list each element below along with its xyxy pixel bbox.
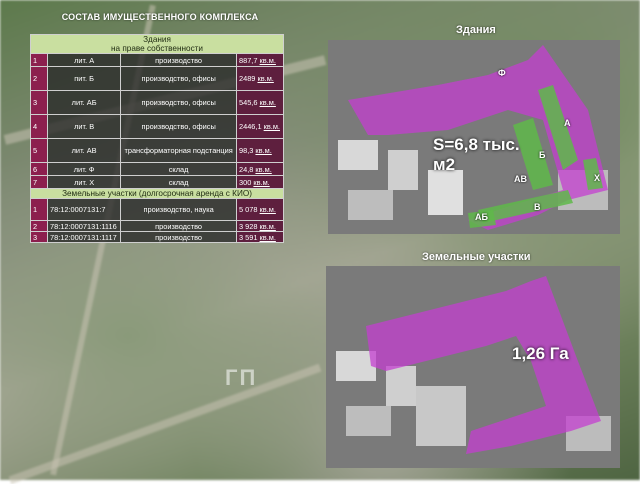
building-letter: лит. А bbox=[46, 53, 122, 67]
row-number: 2 bbox=[30, 220, 48, 232]
area-unit: кв.м. bbox=[259, 221, 276, 231]
area-value: 5 078 bbox=[238, 205, 258, 214]
map-label-v: В bbox=[534, 202, 541, 212]
area-value: 3 928 bbox=[238, 221, 258, 231]
building-row: 1 лит. Апроизводство 887,7 кв.м. bbox=[30, 53, 285, 67]
building-row: 4 лит. Впроизводство, офисы 2446,1 кв.м. bbox=[30, 114, 285, 139]
building-use: производство, офисы bbox=[120, 114, 237, 139]
row-number: 5 bbox=[30, 138, 48, 163]
row-number: 4 bbox=[30, 114, 48, 139]
row-number: 3 bbox=[30, 231, 48, 243]
area-cell: 24,8 кв.м. bbox=[235, 162, 285, 176]
buildings-header-line2: на праве собственности bbox=[111, 44, 203, 53]
building-use: трансформаторная подстанция bbox=[120, 138, 237, 163]
buildings-header-line1: Здания bbox=[143, 35, 171, 44]
area-cell: 3 928 кв.м. bbox=[235, 220, 285, 232]
area-cell: 545,6 кв.м. bbox=[235, 90, 285, 115]
area-unit: кв.м. bbox=[259, 98, 276, 107]
land-header: Земельные участки (долгосрочная аренда с… bbox=[30, 188, 284, 199]
buildings-total-area: S=6,8 тыс. м2 bbox=[433, 135, 520, 174]
map-label-f: Ф bbox=[498, 68, 506, 78]
area-value: 545,6 bbox=[238, 98, 258, 107]
land-map: 1,26 Га bbox=[326, 266, 620, 468]
land-use: производство bbox=[120, 231, 237, 243]
area-unit: кв.м. bbox=[255, 164, 272, 174]
area-cell: 3 591 кв.м. bbox=[235, 231, 285, 243]
area-value: 98,3 bbox=[238, 146, 254, 155]
area-cell: 98,3 кв.м. bbox=[235, 138, 285, 163]
land-row: 2 78:12:0007131:1116 производство 3 928 кв.… bbox=[30, 220, 285, 232]
land-map-title: Земельные участки bbox=[422, 251, 531, 263]
cadastral-number: 78:12:0007131:1117 bbox=[46, 231, 122, 243]
page-title: СОСТАВ ИМУЩЕСТВЕННОГО КОМПЛЕКСА bbox=[61, 12, 259, 22]
area-cell: 5 078 кв.м. bbox=[235, 198, 285, 221]
building-use: склад bbox=[120, 175, 237, 189]
cadastral-number: 78:12:0007131:7 bbox=[46, 198, 122, 221]
area-cell: 2446,1 кв.м. bbox=[235, 114, 285, 139]
cadastral-number: 78:12:0007131:1116 bbox=[46, 220, 122, 232]
area-value: 3 591 bbox=[238, 232, 258, 242]
map-label-kh: Х bbox=[594, 173, 601, 183]
area-value: 2446,1 bbox=[238, 122, 262, 131]
row-number: 7 bbox=[30, 175, 48, 189]
buildings-header: Здания на праве собственности bbox=[30, 34, 284, 54]
row-number: 2 bbox=[30, 66, 48, 91]
building-letter: лит. АБ bbox=[46, 90, 122, 115]
area-unit: кв.м. bbox=[259, 205, 276, 214]
area-cell: 2489 кв.м. bbox=[235, 66, 285, 91]
building-row: 5 лит. АВ трансформаторная подстанция 98,3 … bbox=[30, 138, 285, 163]
row-number: 1 bbox=[30, 53, 48, 67]
watermark-logo: ГП bbox=[225, 365, 258, 390]
land-map-image bbox=[326, 266, 620, 468]
land-use: производство, наука bbox=[120, 198, 237, 221]
land-use: производство bbox=[120, 220, 237, 232]
area-unit: кв.м. bbox=[253, 177, 270, 187]
buildings-map-title: Здания bbox=[456, 24, 496, 36]
area-unit: кв.м. bbox=[259, 55, 276, 65]
buildings-map: S=6,8 тыс. м2 Ф А Б АВ АБ В Х bbox=[328, 40, 620, 234]
building-row: 6 лит. Фсклад 24,8 кв.м. bbox=[30, 162, 285, 176]
map-label-ab: АБ bbox=[475, 212, 488, 222]
area-cell: 887,7 кв.м. bbox=[235, 53, 285, 67]
area-value: 887,7 bbox=[238, 55, 258, 65]
map-label-a: А bbox=[564, 118, 571, 128]
land-row: 3 78:12:0007131:1117 производство 3 591 кв.… bbox=[30, 231, 285, 243]
row-number: 3 bbox=[30, 90, 48, 115]
area-unit: кв.м. bbox=[255, 146, 272, 155]
building-use: производство bbox=[120, 53, 237, 67]
area-unit: кв.м. bbox=[263, 122, 280, 131]
building-letter: лит. Х bbox=[46, 175, 122, 189]
property-table: Здания на праве собственности 1 лит. Апро… bbox=[30, 34, 285, 243]
row-number: 1 bbox=[30, 198, 48, 221]
area-value: 2489 bbox=[238, 74, 256, 83]
area-unit: кв.м. bbox=[257, 74, 274, 83]
map-label-b: Б bbox=[539, 150, 546, 160]
area-value: 24,8 bbox=[238, 164, 254, 174]
land-row: 1 78:12:0007131:7 производство, наука 5 078… bbox=[30, 198, 285, 221]
row-number: 6 bbox=[30, 162, 48, 176]
area-unit: кв.м. bbox=[259, 232, 276, 242]
land-total-area: 1,26 Га bbox=[512, 344, 569, 363]
building-letter: лит. В bbox=[46, 114, 122, 139]
building-row: 3 лит. АБ производство, офисы 545,6 кв.м. bbox=[30, 90, 285, 115]
building-row: 7 лит. Хсклад 300 кв.м. bbox=[30, 175, 285, 189]
area-value: 300 bbox=[238, 177, 252, 187]
building-row: 2 пит. Бпроизводство, офисы 2489 кв.м. bbox=[30, 66, 285, 91]
building-letter: лит. Ф bbox=[46, 162, 122, 176]
building-use: склад bbox=[120, 162, 237, 176]
building-letter: пит. Б bbox=[46, 66, 122, 91]
building-use: производство, офисы bbox=[120, 90, 237, 115]
building-letter: лит. АВ bbox=[46, 138, 122, 163]
area-cell: 300 кв.м. bbox=[235, 175, 285, 189]
building-use: производство, офисы bbox=[120, 66, 237, 91]
map-label-av: АВ bbox=[514, 174, 527, 184]
